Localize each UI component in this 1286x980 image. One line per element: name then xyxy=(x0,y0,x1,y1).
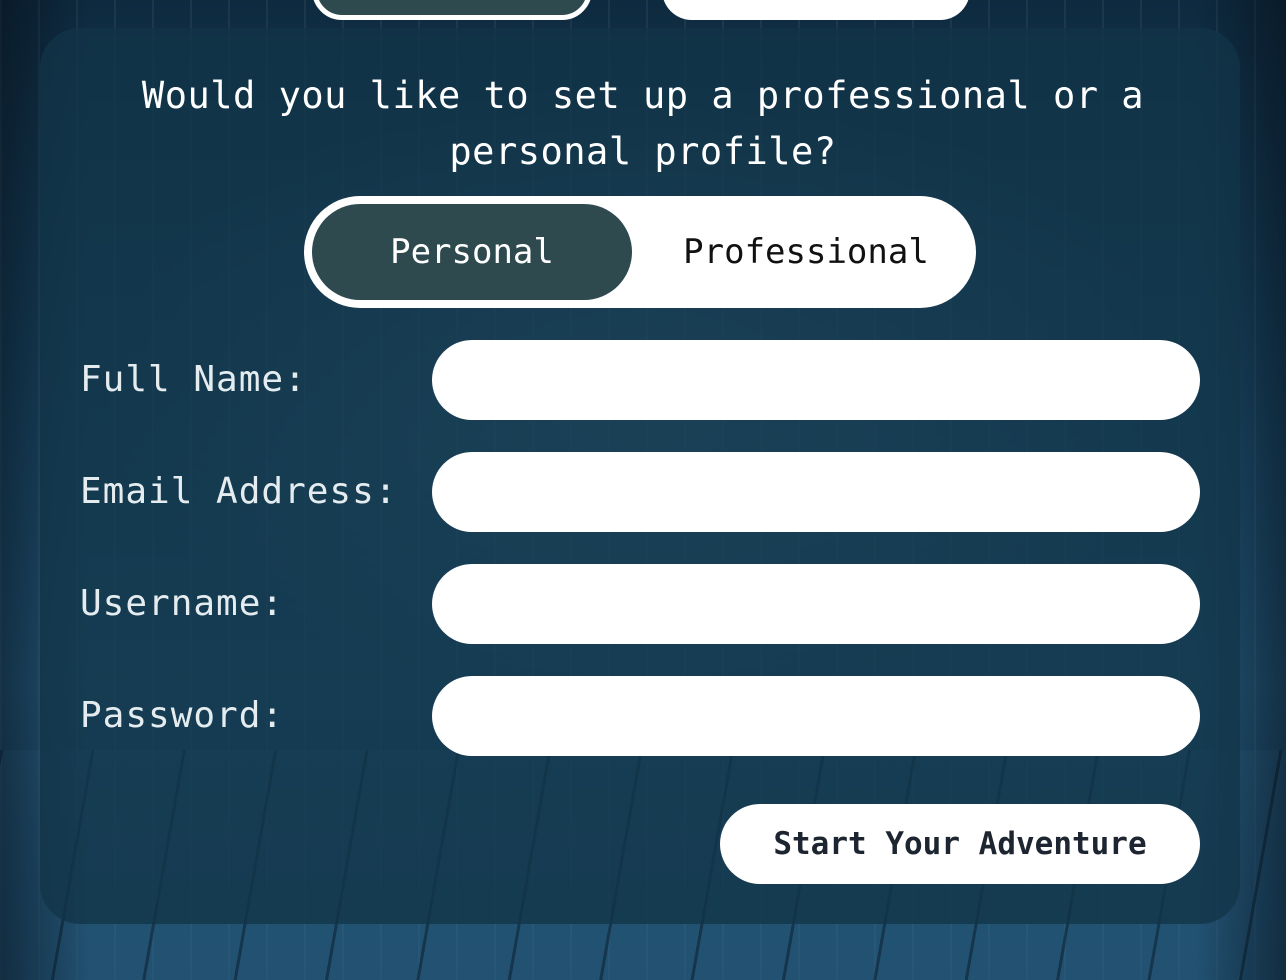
password-input[interactable] xyxy=(432,676,1200,756)
username-input[interactable] xyxy=(432,564,1200,644)
full-name-input[interactable] xyxy=(432,340,1200,420)
profile-question: Would you like to set up a professional … xyxy=(141,74,1145,173)
full-name-label: Full Name: xyxy=(80,359,307,400)
email-address-input[interactable] xyxy=(432,452,1200,532)
password-label: Password: xyxy=(80,695,285,736)
username-label: Username: xyxy=(80,583,285,624)
top-tab-partial-left[interactable] xyxy=(312,0,592,20)
top-tab-partial-right[interactable] xyxy=(662,0,970,20)
email-address-label: Email Address: xyxy=(80,471,398,512)
toggle-option-professional[interactable]: Professional xyxy=(644,204,968,300)
profile-type-toggle: Personal Professional xyxy=(304,196,976,308)
toggle-option-personal[interactable]: Personal xyxy=(312,204,632,300)
start-adventure-button[interactable]: Start Your Adventure xyxy=(720,804,1200,884)
